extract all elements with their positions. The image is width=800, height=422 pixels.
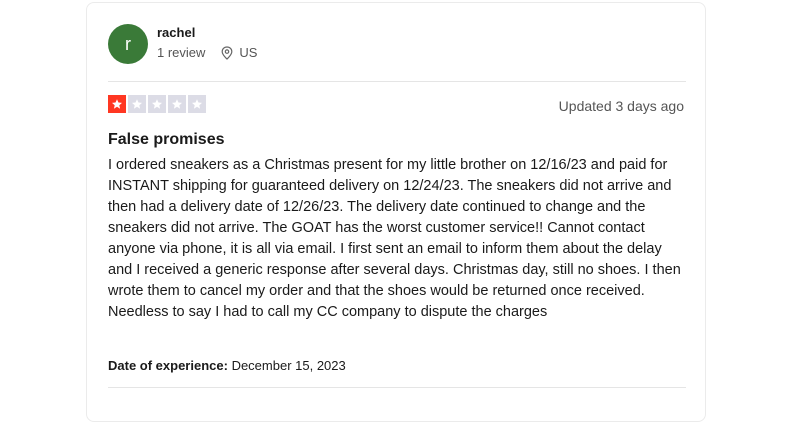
reviewer-location: US — [221, 45, 257, 61]
star-icon — [192, 99, 202, 109]
review-title[interactable]: False promises — [108, 130, 225, 150]
divider — [108, 81, 686, 82]
star-empty — [168, 95, 186, 113]
review-count: 1 review — [157, 45, 206, 60]
reviewer-country: US — [239, 45, 258, 60]
star-empty — [148, 95, 166, 113]
reviewer-meta: 1 review US — [157, 45, 257, 61]
star-empty — [128, 95, 146, 113]
map-pin-icon — [221, 46, 233, 60]
star-icon — [172, 99, 182, 109]
review-card: r rachel 1 review US Updated 3 days ago … — [86, 2, 706, 422]
star-empty — [188, 95, 206, 113]
experience-label: Date of experience: — [108, 358, 228, 373]
star-filled — [108, 95, 126, 113]
updated-timestamp: Updated 3 days ago — [558, 98, 684, 114]
star-icon — [132, 99, 142, 109]
avatar-initial: r — [125, 33, 131, 54]
star-rating — [108, 95, 208, 113]
date-of-experience: Date of experience: December 15, 2023 — [108, 358, 346, 374]
reviewer-info: rachel 1 review US — [157, 25, 257, 61]
experience-date: December 15, 2023 — [231, 358, 346, 373]
reviewer-header: r rachel 1 review US — [108, 24, 257, 64]
review-body: I ordered sneakers as a Christmas presen… — [108, 157, 681, 320]
star-icon — [152, 99, 162, 109]
star-icon — [112, 99, 122, 109]
divider — [108, 387, 686, 388]
avatar[interactable]: r — [108, 24, 148, 64]
reviewer-name[interactable]: rachel — [157, 25, 257, 41]
